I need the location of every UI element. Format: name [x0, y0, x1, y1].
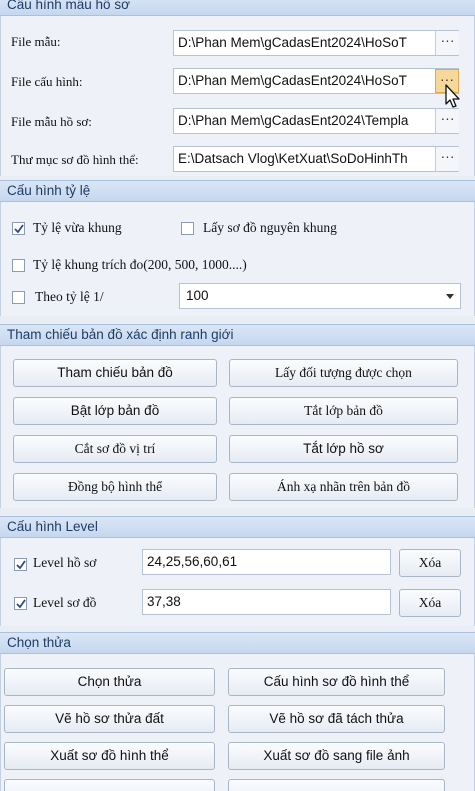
extract-frame-label: Tỷ lệ khung trích đo(200, 500, 1000....)	[33, 257, 247, 272]
section-header-map: Tham chiếu bản đồ xác định ranh giới	[0, 324, 475, 346]
section-body-level: Level hồ sơ 24,25,56,60,61 Xóa Level sơ …	[0, 538, 475, 626]
draw-parcel-profile-button[interactable]: Vẽ hồ sơ thửa đất	[4, 705, 215, 733]
ratio-label: Theo tỷ lệ 1/	[35, 289, 104, 304]
extract-frame-checkbox[interactable]	[12, 259, 25, 272]
map-reference-button[interactable]: Tham chiếu bản đồ	[13, 359, 217, 387]
mouse-cursor-icon	[445, 84, 460, 108]
select-parcel-button[interactable]: Chọn thửa	[4, 668, 215, 696]
export-shape-diagram-button[interactable]: Xuất sơ đồ hình thể	[4, 742, 215, 770]
profile-level-label: Level hồ sơ	[33, 555, 97, 570]
diagram-level-input[interactable]: 37,38	[142, 589, 391, 615]
check-icon	[14, 224, 24, 234]
diagram-folder-browse-button[interactable]: ···	[435, 147, 459, 171]
hide-profile-layer-button[interactable]: Tắt lớp hồ sơ	[229, 435, 458, 463]
section-header-parcel: Chọn thửa	[0, 632, 475, 654]
profile-level-input[interactable]: 24,25,56,60,61	[142, 549, 391, 575]
diagram-folder-input[interactable]: E:\Datsach Vlog\KetXuat\SoDoHinhTh	[173, 146, 459, 172]
ratio-combo[interactable]: 100	[179, 283, 461, 309]
config-file-label: File cấu hình:	[11, 74, 83, 89]
profile-template-label: File mẫu hồ sơ:	[11, 114, 92, 129]
show-map-layer-button[interactable]: Bật lớp bản đồ	[13, 397, 217, 425]
check-icon	[16, 599, 26, 609]
template-file-input[interactable]: D:\Phan Mem\gCadasEnt2024\HoSoT	[173, 30, 459, 56]
section-body-map: Tham chiếu bản đồ Lấy đối tượng được chọ…	[0, 346, 475, 508]
chevron-down-icon	[446, 294, 454, 299]
diagram-level-clear-button[interactable]: Xóa	[399, 589, 461, 617]
draw-split-profile-button[interactable]: Vẽ hồ sơ đã tách thửa	[228, 705, 445, 733]
ratio-checkbox[interactable]	[12, 291, 25, 304]
cut-location-diagram-button[interactable]: Cắt sơ đồ vị trí	[13, 435, 217, 463]
original-frame-label: Lấy sơ đồ nguyên khung	[203, 220, 337, 235]
sync-shape-button[interactable]: Đồng bộ hình thể	[13, 473, 217, 501]
configure-shape-diagram-button[interactable]: Cấu hình sơ đồ hình thể	[228, 668, 445, 696]
template-file-browse-button[interactable]: ···	[435, 31, 459, 55]
profile-template-browse-button[interactable]: ···	[435, 109, 459, 133]
diagram-folder-label: Thư mục sơ đồ hình thể:	[11, 152, 139, 167]
partial-button-row-right[interactable]	[228, 779, 445, 791]
profile-template-input[interactable]: D:\Phan Mem\gCadasEnt2024\Templa	[173, 108, 459, 134]
map-labels-button[interactable]: Ánh xạ nhãn trên bản đồ	[229, 473, 458, 501]
template-file-label: File mẫu:	[11, 34, 61, 49]
section-body-template: File mẫu: D:\Phan Mem\gCadasEnt2024\HoSo…	[0, 16, 475, 176]
hide-map-layer-button[interactable]: Tắt lớp bản đồ	[229, 397, 458, 425]
profile-level-checkbox[interactable]	[14, 558, 27, 571]
section-body-parcel: Chọn thửa Cấu hình sơ đồ hình thể Vẽ hồ …	[0, 654, 475, 791]
section-header-scale: Cấu hình tỷ lệ	[0, 180, 475, 202]
gcadas-profile-panel: Cấu hình mẫu hồ sơ File mẫu: D:\Phan Mem…	[0, 0, 475, 791]
diagram-level-checkbox[interactable]	[14, 597, 27, 610]
section-body-scale: Tỷ lệ vừa khung Lấy sơ đồ nguyên khung T…	[0, 202, 475, 316]
ratio-combo-value: 100	[186, 288, 209, 303]
fit-frame-checkbox[interactable]	[12, 222, 25, 235]
config-file-input[interactable]: D:\Phan Mem\gCadasEnt2024\HoSoT	[173, 68, 459, 94]
section-header-level: Cấu hình Level	[0, 516, 475, 538]
original-frame-checkbox[interactable]	[181, 222, 194, 235]
export-diagram-image-button[interactable]: Xuất sơ đồ sang file ảnh	[228, 742, 445, 770]
diagram-level-label: Level sơ đồ	[33, 595, 97, 610]
check-icon	[16, 560, 26, 570]
get-selected-object-button[interactable]: Lấy đối tượng được chọn	[229, 359, 458, 387]
section-header-template: Cấu hình mẫu hồ sơ	[0, 0, 475, 16]
profile-level-clear-button[interactable]: Xóa	[399, 549, 461, 577]
fit-frame-label: Tỷ lệ vừa khung	[33, 220, 122, 235]
partial-button-row-left[interactable]	[4, 779, 215, 791]
